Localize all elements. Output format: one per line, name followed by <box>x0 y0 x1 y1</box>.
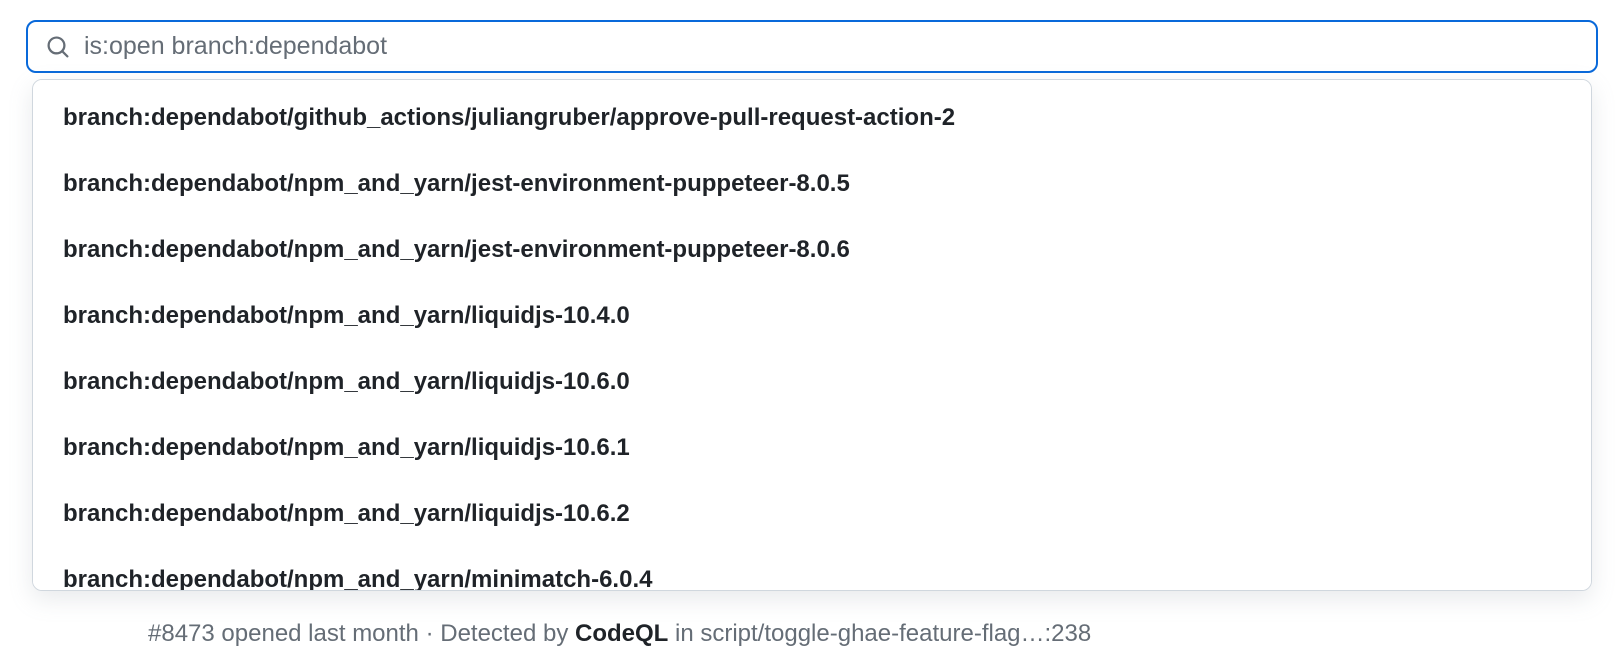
suggestion-item[interactable]: branch:dependabot/npm_and_yarn/jest-envi… <box>33 151 1591 217</box>
suggestion-dropdown[interactable]: branch:dependabot/github_actions/juliang… <box>32 79 1592 591</box>
file-location-text: in script/toggle-ghae-feature-flag…:238 <box>675 620 1091 647</box>
search-icon <box>46 35 70 59</box>
suggestion-item[interactable]: branch:dependabot/npm_and_yarn/liquidjs-… <box>33 349 1591 415</box>
suggestion-item[interactable]: branch:dependabot/npm_and_yarn/liquidjs-… <box>33 481 1591 547</box>
opened-text: opened last month <box>221 620 418 647</box>
suggestion-item[interactable]: branch:dependabot/npm_and_yarn/liquidjs-… <box>33 415 1591 481</box>
codeql-label: CodeQL <box>575 620 668 647</box>
search-box[interactable] <box>26 20 1598 73</box>
search-input[interactable] <box>84 32 1578 61</box>
issue-number: #8473 <box>148 620 215 647</box>
suggestion-item[interactable]: branch:dependabot/npm_and_yarn/minimatch… <box>33 547 1591 591</box>
suggestion-item[interactable]: branch:dependabot/npm_and_yarn/jest-envi… <box>33 217 1591 283</box>
detected-by-text: · Detected by <box>426 620 575 647</box>
result-row-partial: #8473 opened last month · Detected by Co… <box>148 620 1091 648</box>
suggestion-item[interactable]: branch:dependabot/npm_and_yarn/liquidjs-… <box>33 283 1591 349</box>
suggestion-item[interactable]: branch:dependabot/github_actions/juliang… <box>33 80 1591 151</box>
